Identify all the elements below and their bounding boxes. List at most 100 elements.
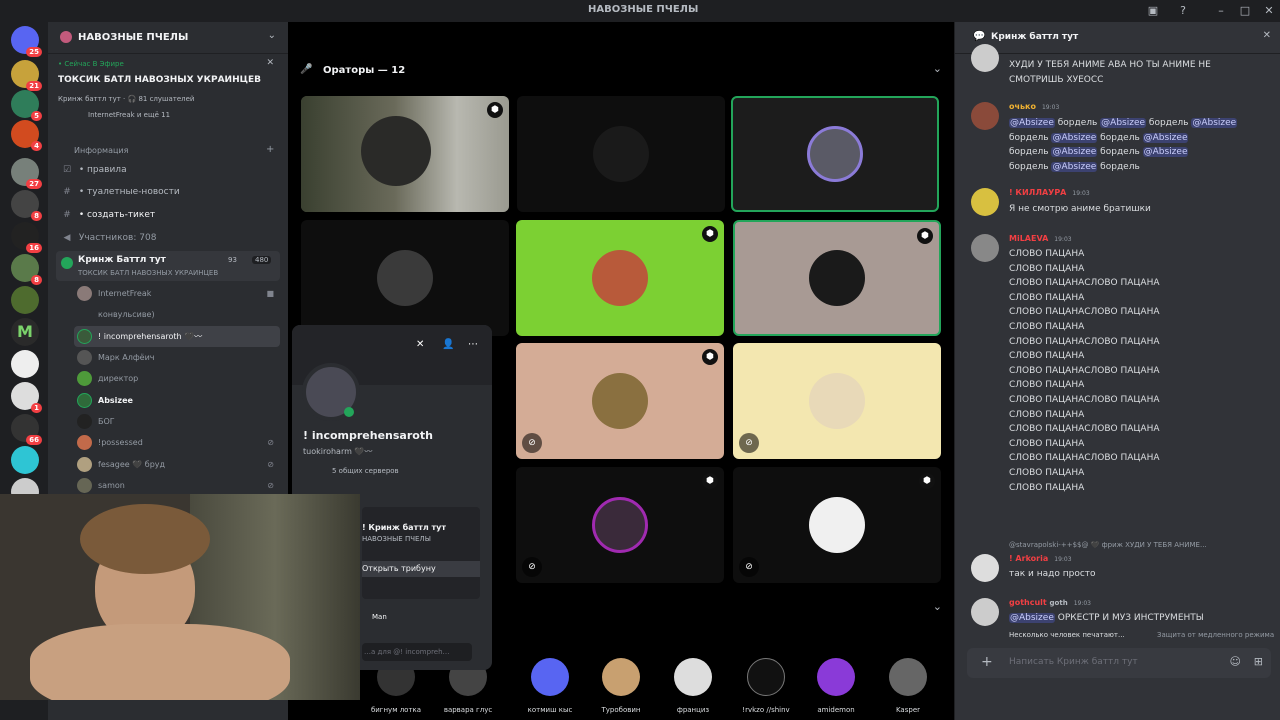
avatar xyxy=(77,457,92,472)
voice-member[interactable]: samon ⊘ xyxy=(74,475,280,496)
server-icon[interactable] xyxy=(11,286,39,314)
avatar xyxy=(809,373,865,429)
video-count: 93 xyxy=(228,256,237,264)
event-meta: Кринж баттл тут · 🎧 81 слушателей xyxy=(58,95,195,103)
voice-member[interactable]: БОГ xyxy=(74,411,280,432)
speaker-tile[interactable]: ⬢ ⊘ xyxy=(733,467,941,583)
maximize-icon[interactable]: □ xyxy=(1238,4,1252,18)
more-icon[interactable]: ⋯ xyxy=(468,339,478,350)
muted-icon: ⊘ xyxy=(522,433,542,453)
pin-icon[interactable]: ✕ xyxy=(416,339,424,350)
voice-channel-active[interactable]: Кринж Баттл тут ТОКСИК БАТЛ НАВОЗНЫХ УКР… xyxy=(56,251,280,281)
avatar xyxy=(77,329,92,344)
speaker-tile[interactable] xyxy=(301,220,509,336)
window-title: НАВОЗНЫЕ ПЧЕЛЫ xyxy=(588,4,699,15)
username: очько xyxy=(1009,102,1036,111)
slowmode-label: Защита от медленного режима xyxy=(1157,631,1275,639)
speaker-tile[interactable]: ⊘ xyxy=(733,343,941,459)
audience-member[interactable]: франциз xyxy=(663,658,723,714)
speaker-tile-speaking[interactable] xyxy=(731,96,939,212)
minimize-icon[interactable]: – xyxy=(1214,4,1228,18)
server-icon[interactable]: M xyxy=(11,318,39,346)
role-tag: Man xyxy=(372,613,387,621)
speaker-tile-speaking[interactable]: ⬢ xyxy=(733,220,941,336)
event-title[interactable]: ТОКСИК БАТЛ НАВОЗНЫХ УКРАИНЦЕВ xyxy=(58,75,261,85)
voice-member-selected[interactable]: ! incomprehensaroth 🖤〰 xyxy=(74,326,280,347)
avatar xyxy=(807,126,863,182)
server-icon[interactable]: 1 xyxy=(11,382,42,413)
voice-member[interactable]: !possessed ⊘ xyxy=(74,432,280,453)
open-stage-button[interactable]: Открыть трибуну xyxy=(362,561,480,577)
reply-preview[interactable]: @stavrapolski-++$$@ 🖤 фриж ХУДИ У ТЕБЯ А… xyxy=(1009,541,1275,549)
avatar xyxy=(971,234,999,262)
audience-member[interactable]: !rvkzo //shinv xyxy=(736,658,796,714)
server-icon[interactable]: 5 xyxy=(11,90,42,121)
member-count-channel[interactable]: ◀ Участников: 708 xyxy=(58,229,280,247)
muted-icon: ⊘ xyxy=(267,438,274,447)
shield-icon: ⬢ xyxy=(487,102,503,118)
close-icon[interactable]: ✕ xyxy=(1263,30,1271,41)
close-icon[interactable]: ✕ xyxy=(266,58,274,68)
server-icon[interactable]: 27 xyxy=(11,158,42,189)
server-icon[interactable]: 66 xyxy=(11,414,42,445)
server-header[interactable]: НАВОЗНЫЕ ПЧЕЛЫ ⌄ xyxy=(48,22,288,54)
server-icon[interactable] xyxy=(11,350,39,378)
voice-member[interactable]: конвульсиве) xyxy=(74,304,280,325)
server-icon[interactable] xyxy=(11,446,39,474)
avatar xyxy=(592,497,648,553)
voice-member[interactable]: директор xyxy=(74,368,280,389)
voice-member[interactable]: Марк Алфёич xyxy=(74,347,280,368)
shield-icon: ⬢ xyxy=(702,473,718,489)
close-window-icon[interactable]: ✕ xyxy=(1262,4,1276,18)
server-icon[interactable]: 8 xyxy=(11,190,42,221)
profile-display-name: ! incomprehensaroth xyxy=(303,429,433,442)
channel-news[interactable]: # • туалетные-новости xyxy=(58,183,280,201)
add-friend-icon[interactable]: 👤 xyxy=(442,339,454,350)
shield-icon: ⬢ xyxy=(702,226,718,242)
live-indicator: • Сейчас В Эфире xyxy=(58,60,124,68)
audience-member[interactable]: amidemon xyxy=(806,658,866,714)
chevron-down-icon[interactable]: ⌄ xyxy=(268,30,276,41)
audience-member[interactable]: Kasper xyxy=(878,658,938,714)
chat-input[interactable]: + Написать Кринж баттл тут ☺ ⊞ xyxy=(967,648,1271,678)
voice-member[interactable]: Absizee xyxy=(74,390,280,411)
inbox-icon[interactable]: ▣ xyxy=(1146,4,1160,18)
server-icon[interactable]: 8 xyxy=(11,254,42,285)
audience-member[interactable]: котмиш кыс xyxy=(520,658,580,714)
speakers-header: Ораторы — 12 xyxy=(323,65,406,76)
avatar xyxy=(809,250,865,306)
apps-icon[interactable]: ⊞ xyxy=(1254,655,1263,668)
add-attachment-icon[interactable]: + xyxy=(981,654,993,670)
emoji-icon[interactable]: ☺ xyxy=(1230,655,1241,668)
home-icon[interactable]: 25 xyxy=(11,26,42,57)
profile-message-input[interactable]: …а для @! incompreh… xyxy=(362,643,472,661)
speaker-tile[interactable]: ⬢ ⊘ xyxy=(516,343,724,459)
voice-member[interactable]: fesagee 🖤 бруд ⊘ xyxy=(74,454,280,475)
speaker-tile[interactable] xyxy=(517,96,725,212)
avatar xyxy=(971,188,999,216)
hash-icon: # xyxy=(63,210,71,220)
avatar xyxy=(77,393,92,408)
server-icon[interactable]: 16 xyxy=(11,222,42,253)
help-icon[interactable]: ? xyxy=(1176,4,1190,18)
channel-ticket[interactable]: # • создать-тикет xyxy=(58,206,280,224)
activity-card: ! Кринж баттл тут НАВОЗНЫЕ ПЧЕЛЫ Открыть… xyxy=(362,507,480,599)
voice-member[interactable]: InternetFreak ■ xyxy=(74,283,280,304)
mutual-servers[interactable]: 5 общих серверов xyxy=(332,467,399,475)
channel-rules[interactable]: ☑ • правила xyxy=(58,161,280,179)
muted-icon: ⊘ xyxy=(739,433,759,453)
video-icon: ■ xyxy=(266,289,274,298)
server-icon[interactable]: 21 xyxy=(11,60,42,91)
category-info[interactable]: Информация xyxy=(74,146,128,155)
speaker-tile[interactable]: ⬢ xyxy=(516,220,724,336)
speaker-tile[interactable]: ⬢ ⊘ xyxy=(516,467,724,583)
chevron-down-icon[interactable]: ⌄ xyxy=(933,600,942,613)
chevron-down-icon[interactable]: ⌄ xyxy=(933,62,942,75)
speaker-tile-video[interactable]: ⬢ xyxy=(301,96,509,212)
username: ! КИЛЛАУРА xyxy=(1009,188,1067,197)
audience-member[interactable]: Туробовин xyxy=(591,658,651,714)
avatar xyxy=(971,598,999,626)
add-channel-icon[interactable]: + xyxy=(266,144,274,155)
listener-count: 480 xyxy=(252,256,272,264)
server-icon[interactable]: 4 xyxy=(11,120,42,151)
